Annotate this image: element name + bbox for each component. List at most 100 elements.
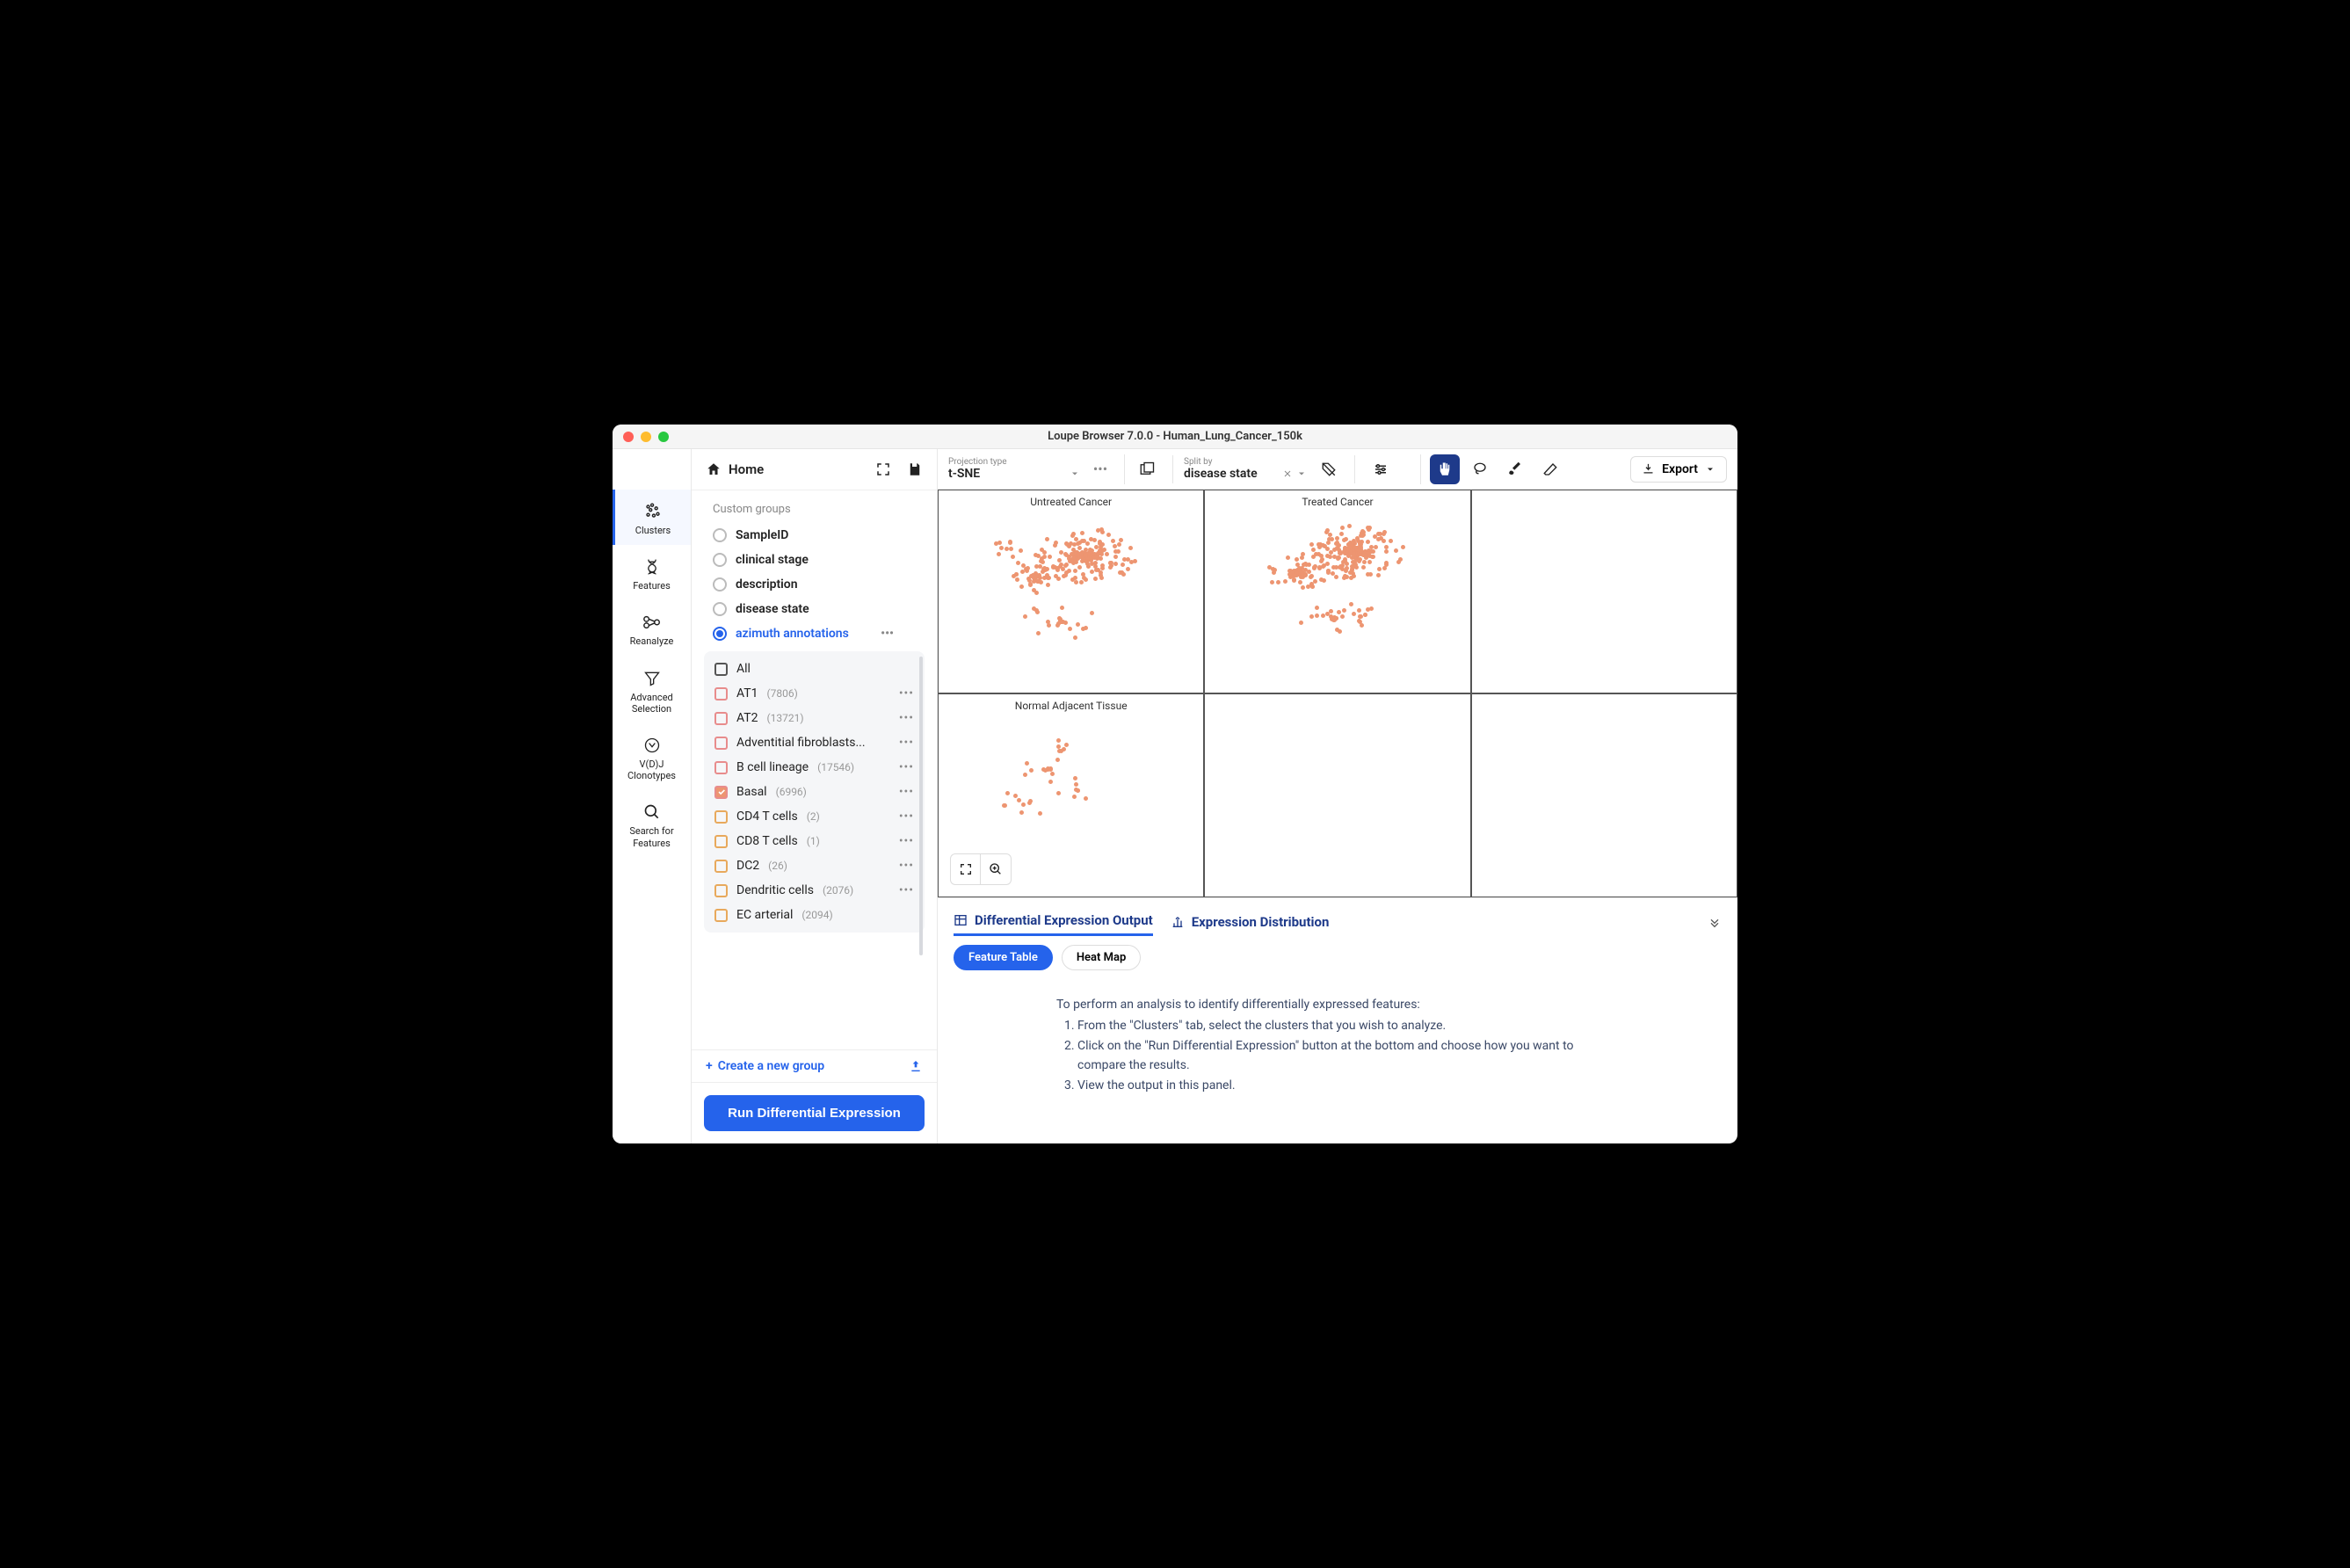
home-label: Home — [729, 461, 764, 477]
export-button[interactable]: Export — [1630, 456, 1727, 483]
fullscreen-icon[interactable] — [875, 461, 891, 477]
view-mode-pills: Feature Table Heat Map — [954, 945, 1722, 970]
panel-header: Home — [692, 449, 937, 490]
nav-label: Reanalyze — [630, 635, 674, 647]
eraser-tool[interactable] — [1535, 454, 1565, 484]
chevron-down-icon — [1705, 464, 1715, 475]
group-actions: ••• — [881, 627, 916, 641]
plot-area[interactable]: Untreated Cancer Treated Cancer Normal A… — [938, 490, 1737, 897]
nav-advanced-selection[interactable]: Advanced Selection — [613, 657, 691, 723]
cluster-item[interactable]: Adventitial fibroblasts...••• — [704, 730, 925, 755]
gallery-icon[interactable] — [1132, 454, 1162, 484]
more-icon[interactable]: ••• — [899, 883, 914, 897]
more-icon[interactable]: ••• — [899, 760, 914, 774]
group-description[interactable]: description — [700, 572, 928, 597]
search-icon — [642, 802, 662, 822]
upload-icon[interactable] — [909, 1059, 923, 1073]
save-icon[interactable] — [907, 461, 923, 477]
more-icon[interactable]: ••• — [899, 834, 914, 848]
cluster-item[interactable]: CD8 T cells(1)••• — [704, 829, 925, 853]
nav-features[interactable]: Features — [613, 545, 691, 600]
pill-feature-table[interactable]: Feature Table — [954, 945, 1053, 970]
pill-heat-map[interactable]: Heat Map — [1062, 945, 1141, 970]
more-icon[interactable]: ••• — [899, 711, 914, 725]
group-clinical-stage[interactable]: clinical stage — [700, 548, 928, 572]
window-controls — [623, 432, 669, 442]
cluster-all[interactable]: All — [704, 657, 925, 681]
clusters-icon — [643, 502, 663, 521]
group-disease-state[interactable]: disease state — [700, 597, 928, 621]
clonotype-icon — [642, 736, 662, 755]
projection-group: Projection type t-SNE ••• — [948, 454, 1125, 484]
draw-tools — [1420, 454, 1574, 484]
projection-select[interactable]: Projection type t-SNE — [948, 457, 1080, 481]
cluster-item[interactable]: Dendritic cells(2076)••• — [704, 878, 925, 903]
tab-expression-distribution[interactable]: Expression Distribution — [1171, 909, 1330, 935]
more-icon[interactable]: ••• — [881, 627, 894, 641]
cluster-item[interactable]: CD4 T cells(2)••• — [704, 804, 925, 829]
funnel-icon — [642, 669, 662, 688]
more-icon[interactable]: ••• — [899, 686, 914, 701]
nav-label: Search for Features — [616, 825, 687, 848]
lasso-tool[interactable] — [1465, 454, 1495, 484]
more-icon[interactable]: ••• — [899, 809, 914, 824]
plot-treated[interactable]: Treated Cancer — [1204, 490, 1470, 693]
cluster-item[interactable]: EC arterial(2094) — [704, 903, 925, 927]
sidebar-nav: Clusters Features Reanalyze Advanced Sel… — [613, 449, 692, 1143]
nav-clusters[interactable]: Clusters — [613, 490, 691, 545]
nav-label: Clusters — [635, 525, 671, 536]
tab-de-output[interactable]: Differential Expression Output — [954, 907, 1153, 936]
table-icon — [954, 913, 968, 927]
more-icon[interactable]: ••• — [899, 785, 914, 799]
plot-grid: Untreated Cancer Treated Cancer Normal A… — [938, 490, 1737, 897]
nav-reanalyze[interactable]: Reanalyze — [613, 600, 691, 656]
tag-icon[interactable] — [1314, 454, 1344, 484]
custom-groups-label: Custom groups — [700, 494, 928, 523]
settings-icon[interactable] — [1366, 454, 1396, 484]
split-by-select[interactable]: Split by disease state — [1184, 457, 1307, 481]
bottom-tabs: Differential Expression Output Expressio… — [954, 907, 1722, 936]
panel-header-icons — [875, 461, 923, 477]
cluster-list: All AT1(7806)••• AT2(13721)••• Adventiti… — [704, 651, 925, 933]
nav-label: V(D)J Clonotypes — [616, 759, 687, 781]
zoom-in-button[interactable] — [981, 854, 1011, 884]
group-azimuth[interactable]: azimuth annotations ••• — [700, 621, 928, 646]
nav-top-spacer — [613, 449, 691, 490]
run-differential-expression-button[interactable]: Run Differential Expression — [704, 1095, 925, 1131]
pan-tool[interactable] — [1430, 454, 1460, 484]
nav-search-features[interactable]: Search for Features — [613, 790, 691, 857]
main-toolbar: Projection type t-SNE ••• Split by disea… — [938, 449, 1737, 490]
plot-empty-br — [1471, 693, 1737, 897]
collapse-panel-button[interactable] — [1708, 915, 1722, 929]
cluster-item[interactable]: AT2(13721)••• — [704, 706, 925, 730]
nav-vdj-clonotypes[interactable]: V(D)J Clonotypes — [613, 723, 691, 790]
close-window-button[interactable] — [623, 432, 634, 442]
minimize-window-button[interactable] — [641, 432, 651, 442]
cluster-item[interactable]: Basal(6996)••• — [704, 780, 925, 804]
cluster-item[interactable]: AT1(7806)••• — [704, 681, 925, 706]
more-icon[interactable]: ••• — [899, 736, 914, 750]
home-icon — [706, 461, 722, 477]
nav-label: Features — [633, 580, 671, 592]
plot-zoom-controls — [950, 853, 1012, 885]
projection-more-button[interactable]: ••• — [1085, 454, 1115, 484]
more-icon[interactable]: ••• — [899, 859, 914, 873]
nav-label: Advanced Selection — [616, 692, 687, 715]
download-icon[interactable] — [903, 627, 916, 641]
plot-untreated[interactable]: Untreated Cancer — [938, 490, 1204, 693]
window-title: Loupe Browser 7.0.0 - Human_Lung_Cancer_… — [1048, 430, 1302, 443]
group-sampleid[interactable]: SampleID — [700, 523, 928, 548]
home-button[interactable]: Home — [706, 461, 764, 477]
cluster-item[interactable]: B cell lineage(17546)••• — [704, 755, 925, 780]
fit-zoom-button[interactable] — [951, 854, 981, 884]
cluster-item[interactable]: DC2(26)••• — [704, 853, 925, 878]
main-area: Projection type t-SNE ••• Split by disea… — [938, 449, 1737, 1143]
bottom-panel: Differential Expression Output Expressio… — [938, 897, 1737, 1143]
maximize-window-button[interactable] — [658, 432, 669, 442]
brush-tool[interactable] — [1500, 454, 1530, 484]
create-group-button[interactable]: + Create a new group — [692, 1049, 937, 1083]
clear-icon[interactable] — [1282, 468, 1293, 479]
sidebar-panel: Home Custom groups SampleID clinical sta… — [692, 449, 938, 1143]
help-text: To perform an analysis to identify diffe… — [1056, 995, 1619, 1095]
groups-scroll[interactable]: Custom groups SampleID clinical stage de… — [692, 490, 937, 1049]
